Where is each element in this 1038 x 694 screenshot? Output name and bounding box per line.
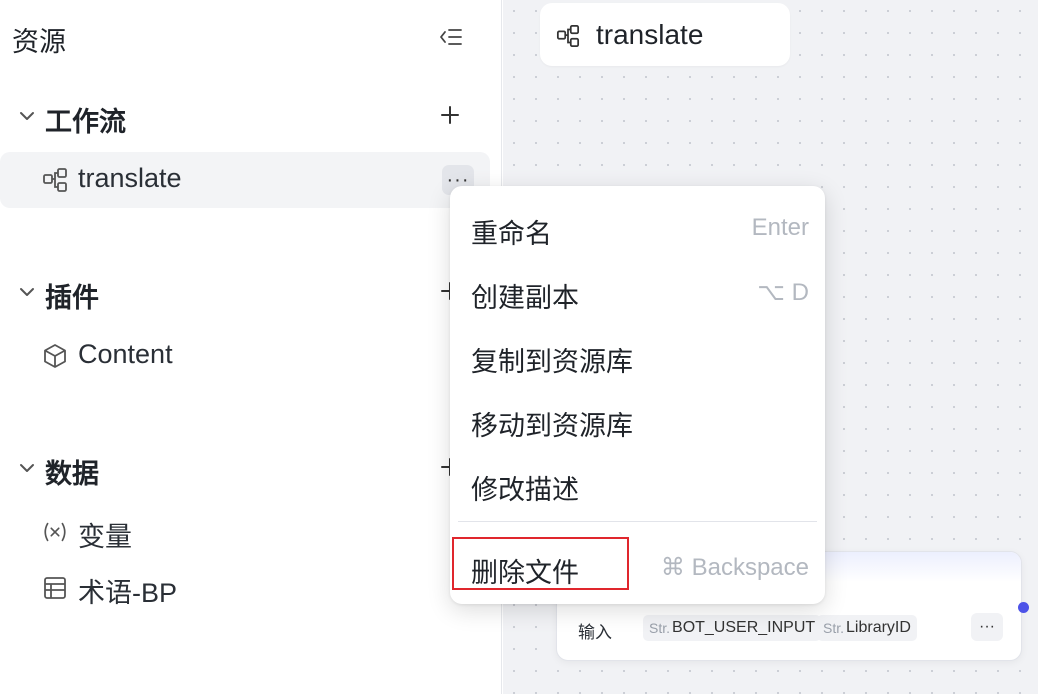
menu-item-label: 移动到资源库 [471,411,633,441]
sidebar-item-content[interactable]: Content [0,328,490,384]
chevron-down-icon [16,281,38,303]
node-more-button[interactable]: ··· [971,613,1003,641]
type-prefix: Str. [649,620,671,636]
chevron-down-icon [16,457,38,479]
plus-icon [441,106,459,124]
menu-item-move-to-library[interactable]: 移动到资源库 [458,391,817,447]
workflow-tab-translate[interactable]: translate [540,3,790,66]
sidebar-header: 资源 [0,0,502,74]
sidebar-item-label: Content [78,339,173,369]
menu-divider [458,521,817,522]
workflow-tab-label: translate [596,19,704,50]
menu-item-rename[interactable]: 重命名 Enter [458,199,817,255]
menu-item-label: 复制到资源库 [471,347,633,377]
type-prefix: Str. [823,620,845,636]
section-data-label: 数据 [45,459,99,489]
workflow-icon [42,167,68,193]
section-workflow[interactable]: 工作流 [0,94,502,140]
sidebar-item-glossary[interactable]: 术语-BP [0,560,490,616]
resource-sidebar: 资源 工作流 translate ··· 插件 Content 数据 变量 术语… [0,0,502,694]
menu-item-shortcut: ⌥ D [757,279,809,306]
cube-icon [42,343,68,369]
chip-value: BOT_USER_INPUT [672,619,816,636]
menu-item-label: 创建副本 [471,283,579,313]
menu-item-copy-to-library[interactable]: 复制到资源库 [458,327,817,383]
section-data[interactable]: 数据 [0,446,502,492]
chip-value: LibraryID [846,619,911,636]
section-workflow-label: 工作流 [45,107,126,137]
input-chip-bot-user-input: Str. BOT_USER_INPUT [643,615,822,641]
sidebar-item-label: 术语-BP [78,578,178,608]
menu-item-label: 修改描述 [471,475,579,505]
add-workflow-button[interactable] [436,100,464,130]
menu-item-edit-description[interactable]: 修改描述 [458,455,817,511]
menu-item-shortcut: Enter [751,214,809,241]
node-input-label: 输入 [578,623,612,642]
collapse-icon [440,29,462,45]
menu-item-shortcut: ⌘ Backspace [660,554,809,581]
sidebar-item-variable[interactable]: 变量 [0,504,490,560]
delete-highlight-box [452,537,629,590]
menu-item-label: 重命名 [471,219,552,249]
variable-icon [42,519,68,545]
collapse-sidebar-button[interactable] [436,22,466,52]
sidebar-title: 资源 [12,27,66,57]
input-chip-library-id: Str. LibraryID [817,615,917,641]
sidebar-item-label: translate [78,163,182,193]
node-output-port[interactable] [1018,602,1029,613]
sidebar-item-label: 变量 [78,522,132,552]
menu-item-duplicate[interactable]: 创建副本 ⌥ D [458,263,817,319]
table-icon [42,575,68,601]
sidebar-item-translate[interactable]: translate ··· [0,152,490,208]
workflow-icon [556,24,580,48]
section-plugin-label: 插件 [45,283,99,313]
section-plugin[interactable]: 插件 [0,270,502,316]
chevron-down-icon [16,105,38,127]
